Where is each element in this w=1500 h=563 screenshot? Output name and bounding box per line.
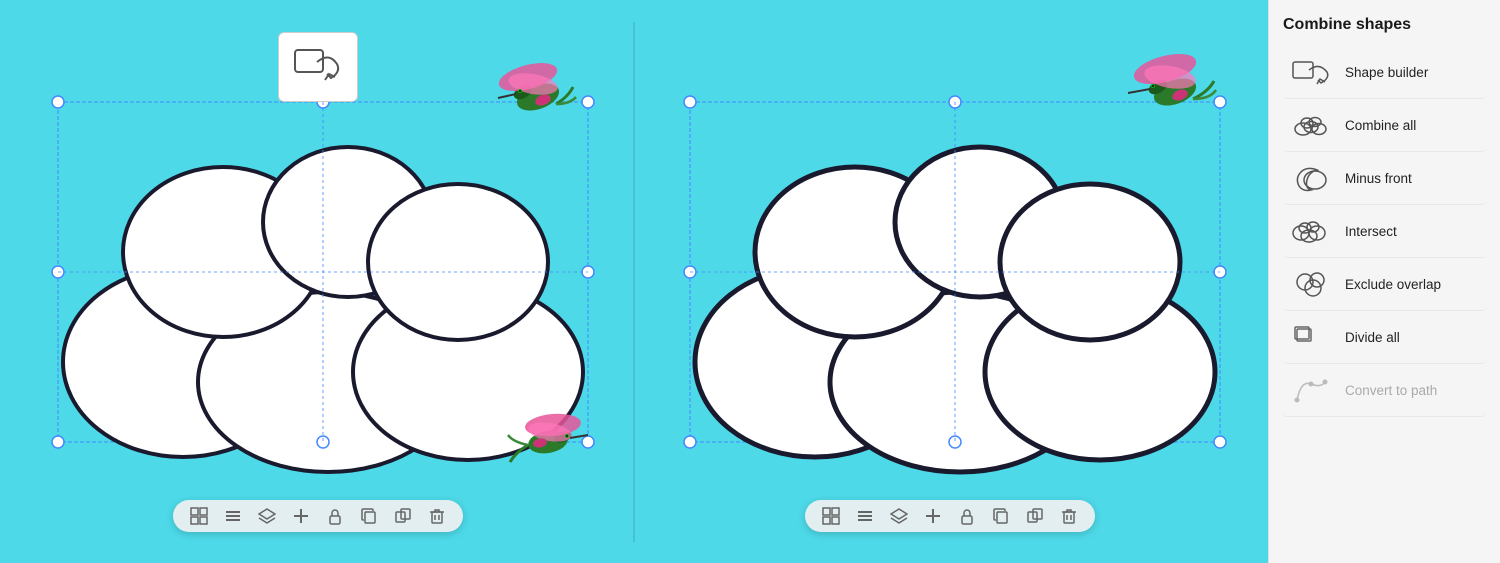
trash-icon-right[interactable] — [1059, 506, 1079, 526]
intersect-icon-box — [1289, 213, 1333, 249]
shape-builder-icon-box — [1289, 54, 1333, 90]
layers-icon[interactable] — [257, 506, 277, 526]
sidebar-item-minus-front[interactable]: Minus front — [1283, 152, 1486, 205]
panel-divider — [633, 22, 635, 542]
add-icon[interactable] — [291, 506, 311, 526]
intersect-label: Intersect — [1345, 224, 1397, 239]
layers-icon-right[interactable] — [889, 506, 909, 526]
left-canvas-panel[interactable] — [18, 22, 618, 542]
hummingbird-top-right — [1100, 37, 1230, 137]
sidebar-item-intersect[interactable]: Intersect — [1283, 205, 1486, 258]
divide-all-icon-box — [1289, 319, 1333, 355]
shape-builder-badge — [278, 32, 358, 102]
sidebar-title: Combine shapes — [1283, 16, 1486, 34]
copy-icon[interactable] — [359, 506, 379, 526]
exclude-overlap-label: Exclude overlap — [1345, 277, 1441, 292]
combine-all-icon-box — [1289, 107, 1333, 143]
sidebar-item-combine-all[interactable]: Combine all — [1283, 99, 1486, 152]
sidebar-item-shape-builder[interactable]: Shape builder — [1283, 46, 1486, 99]
grid-icon[interactable] — [189, 506, 209, 526]
left-panel-toolbar — [173, 500, 463, 532]
sidebar-item-exclude-overlap[interactable]: Exclude overlap — [1283, 258, 1486, 311]
menu-icon[interactable] — [223, 506, 243, 526]
sidebar-item-divide-all[interactable]: Divide all — [1283, 311, 1486, 364]
exclude-overlap-icon-box — [1289, 266, 1333, 302]
convert-to-path-icon-box — [1289, 372, 1333, 408]
grid-icon-right[interactable] — [821, 506, 841, 526]
minus-front-icon-box — [1289, 160, 1333, 196]
copy-icon-right[interactable] — [991, 506, 1011, 526]
right-sidebar: Combine shapes Shape builder Combine all — [1268, 0, 1500, 563]
hummingbird-top-left — [468, 42, 588, 137]
menu-icon-right[interactable] — [855, 506, 875, 526]
group-copy-icon[interactable] — [393, 506, 413, 526]
hummingbird-bottom-left — [498, 387, 608, 492]
minus-front-label: Minus front — [1345, 171, 1412, 186]
combine-all-label: Combine all — [1345, 118, 1416, 133]
lock-icon-right[interactable] — [957, 506, 977, 526]
group-copy-icon-right[interactable] — [1025, 506, 1045, 526]
divide-all-label: Divide all — [1345, 330, 1400, 345]
shape-builder-label: Shape builder — [1345, 65, 1428, 80]
add-icon-right[interactable] — [923, 506, 943, 526]
lock-icon[interactable] — [325, 506, 345, 526]
sidebar-item-convert-to-path[interactable]: Convert to path — [1283, 364, 1486, 417]
right-panel-toolbar — [805, 500, 1095, 532]
trash-icon[interactable] — [427, 506, 447, 526]
convert-to-path-label: Convert to path — [1345, 383, 1437, 398]
right-canvas-panel[interactable] — [650, 22, 1250, 542]
